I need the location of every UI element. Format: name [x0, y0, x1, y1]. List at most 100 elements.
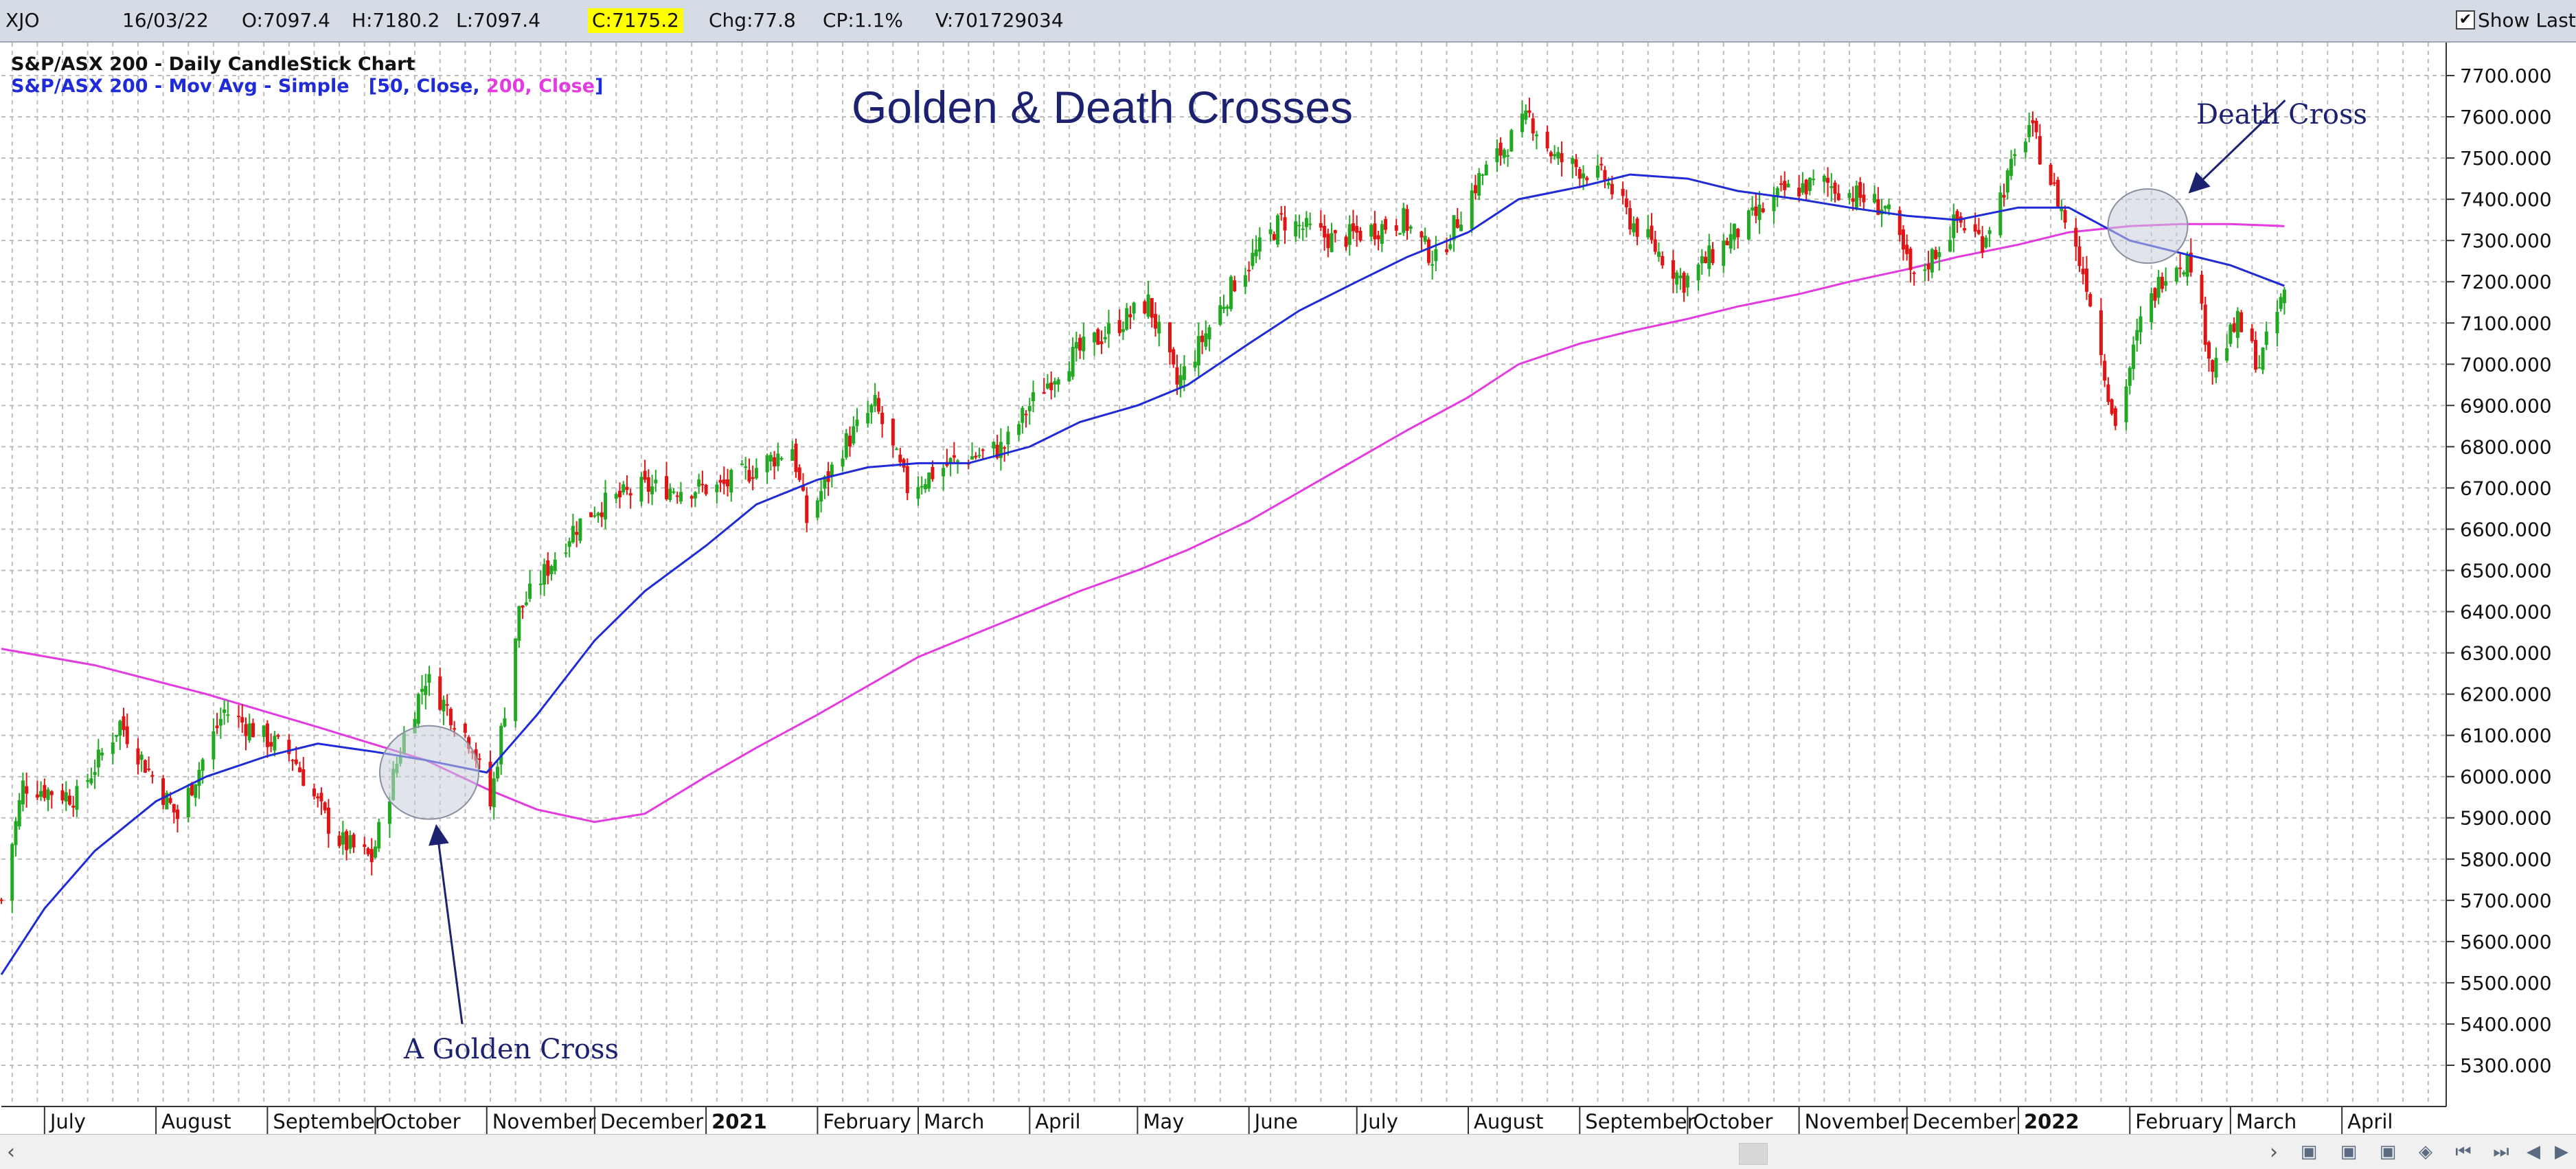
candle-up: [115, 735, 119, 737]
candle-up: [427, 674, 431, 683]
scroll-left-icon[interactable]: ‹: [7, 1140, 15, 1164]
high-label: H:7180.2: [352, 9, 440, 32]
candle-up: [442, 699, 446, 712]
candle-down: [2052, 182, 2056, 184]
candle-up: [1685, 275, 1689, 288]
candle-down: [0, 899, 3, 901]
candle-down: [1711, 249, 1715, 264]
candle-down: [880, 412, 885, 424]
candle-up: [1053, 381, 1057, 385]
price-chart[interactable]: 5300.000 5400.000 5500.000 5600.000 5700.000…: [0, 43, 2576, 1134]
candle-up: [96, 749, 100, 768]
chart-title: Golden & Death Crosses: [852, 82, 1354, 133]
candle-up: [1093, 332, 1097, 343]
next-icon[interactable]: ▶: [2550, 1140, 2573, 1164]
candle-up: [1157, 321, 1161, 334]
candle-down: [2049, 164, 2053, 185]
candle-up: [2214, 357, 2218, 378]
candle-down: [898, 454, 902, 463]
show-last-checkbox[interactable]: ✔: [2456, 10, 2475, 30]
chart-icon-2[interactable]: ▣: [2337, 1140, 2360, 1164]
candle-up: [1229, 276, 1233, 310]
candle-up: [1254, 249, 1258, 257]
candle-down: [521, 605, 525, 608]
y-tick-label: 7100.000: [2460, 312, 2552, 334]
candle-up: [64, 792, 68, 802]
chart-icon-3[interactable]: ▣: [2376, 1140, 2400, 1164]
candle-up: [1251, 253, 1255, 266]
legend-ma-label: S&P/ASX 200 - Mov Avg - Simple: [11, 76, 350, 97]
candle-up: [866, 413, 870, 424]
candle-up: [1459, 225, 1463, 231]
x-tick-label: July: [1361, 1110, 1398, 1133]
candle-up: [1606, 182, 1610, 185]
candle-down: [1585, 177, 1589, 181]
prev-icon[interactable]: ◀: [2522, 1140, 2545, 1164]
candle-up: [2279, 297, 2283, 309]
candle-down: [1355, 225, 1359, 233]
candle-up: [514, 638, 518, 721]
scroll-right-icon[interactable]: ›: [2270, 1140, 2278, 1164]
candle-up: [1121, 329, 1125, 332]
candle-down: [575, 532, 579, 535]
candle-down: [2031, 120, 2035, 124]
candle-down: [1326, 234, 1330, 249]
candle-up: [543, 564, 547, 585]
candle-down: [244, 724, 248, 736]
candle-down: [1862, 194, 1866, 203]
low-label: L:7097.4: [456, 9, 541, 32]
y-tick-label: 6900.000: [2460, 394, 2552, 417]
candle-up: [1984, 237, 1988, 248]
candle-down: [1599, 163, 1604, 166]
candle-down: [665, 476, 669, 499]
candle-down: [269, 742, 273, 747]
candle-down: [1851, 198, 1855, 202]
candle-up: [754, 468, 758, 479]
candle-down: [2088, 294, 2093, 307]
candle-up: [1887, 204, 1891, 209]
candle-up: [1294, 221, 1298, 237]
candle-down: [1754, 206, 1758, 216]
candle-up: [218, 718, 223, 726]
first-icon[interactable]: ⏮: [2452, 1140, 2475, 1164]
x-tick-label: October: [1693, 1110, 1773, 1133]
zoom-icon[interactable]: ◈: [2414, 1140, 2437, 1164]
candle-up: [2174, 267, 2178, 282]
candle-up: [1484, 164, 1488, 176]
candle-down: [1973, 224, 1977, 232]
candle-down: [1628, 207, 1632, 230]
candle-up: [1398, 233, 1402, 235]
candle-down: [718, 479, 722, 483]
candle-down: [215, 725, 219, 729]
candle-down: [546, 560, 550, 576]
x-tick-label: July: [49, 1110, 86, 1133]
candle-down: [2081, 269, 2085, 275]
y-tick-label: 6000.000: [2460, 766, 2552, 788]
candle-down: [326, 807, 330, 834]
candle-down: [848, 435, 852, 446]
candle-up: [1330, 233, 1334, 253]
candle-down: [1934, 249, 1938, 260]
candle-up: [528, 583, 532, 599]
golden-cross-label: A Golden Cross: [404, 1034, 619, 1065]
candle-down: [1577, 169, 1582, 179]
y-tick-label: 7200.000: [2460, 271, 2552, 293]
horizontal-scrollbar[interactable]: ‹ › ▣ ▣ ▣ ◈ ⏮ ⏭ ◀ ▶: [0, 1134, 2576, 1169]
y-tick-label: 6700.000: [2460, 477, 2552, 499]
candle-up: [1431, 264, 1435, 266]
candle-up: [1822, 175, 1826, 182]
candle-up: [844, 433, 848, 458]
candle-down: [453, 728, 457, 730]
y-tick-label: 6200.000: [2460, 683, 2552, 706]
candle-down: [1445, 249, 1449, 253]
scroll-thumb[interactable]: [1739, 1143, 1768, 1165]
candle-up: [819, 490, 823, 502]
candle-up: [564, 552, 568, 554]
candle-down: [2099, 310, 2103, 355]
candle-down: [747, 470, 751, 481]
candle-up: [639, 477, 643, 502]
last-icon[interactable]: ⏭: [2489, 1140, 2513, 1164]
candle-down: [319, 793, 323, 802]
chart-icon-1[interactable]: ▣: [2297, 1140, 2321, 1164]
candle-up: [1276, 215, 1280, 245]
